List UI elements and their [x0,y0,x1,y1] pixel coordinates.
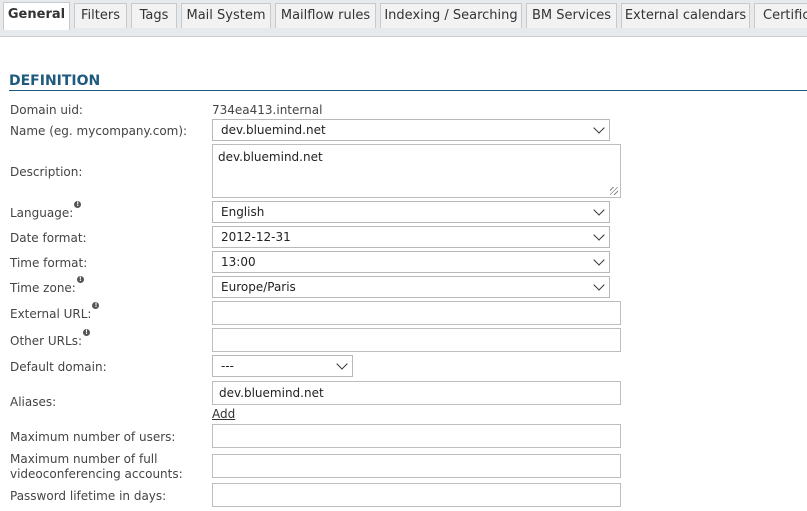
chevron-down-icon [593,204,605,216]
domain-uid-label: Domain uid: [10,103,83,117]
domain-uid-value: 734ea413.internal [212,103,323,117]
name-select-value: dev.bluemind.net [221,123,326,137]
tab-general[interactable]: General [3,2,70,30]
language-select[interactable]: English [212,201,610,223]
tab-external-calendars[interactable]: External calendars [621,3,750,28]
time-zone-label-text: Time zone: [10,281,76,295]
description-label: Description: [10,165,83,179]
tab-tags[interactable]: Tags [131,3,177,28]
date-format-select[interactable]: 2012-12-31 [212,226,610,248]
other-urls-label-text: Other URLs: [10,334,82,348]
time-zone-label: Time zone:! [10,276,84,295]
max-video-label: Maximum number of full videoconferencing… [10,452,183,481]
tab-mailflow-rules[interactable]: Mailflow rules [275,3,376,28]
name-label: Name (eg. mycompany.com): [10,124,188,138]
password-lifetime-input[interactable] [212,483,621,507]
language-select-value: English [221,205,265,219]
other-urls-label: Other URLs:! [10,329,90,348]
aliases-label: Aliases: [10,395,57,409]
name-select[interactable]: dev.bluemind.net [212,119,610,141]
tab-indexing-searching[interactable]: Indexing / Searching [380,3,522,28]
tab-filters[interactable]: Filters [74,3,127,28]
other-urls-input[interactable] [212,328,621,352]
tab-bm-services[interactable]: BM Services [526,3,617,28]
external-url-label: External URL:! [10,302,100,321]
date-format-select-value: 2012-12-31 [221,230,291,244]
info-icon[interactable]: ! [74,201,82,208]
time-format-label: Time format: [10,256,88,270]
max-users-input[interactable] [212,424,621,448]
time-zone-select[interactable]: Europe/Paris [212,276,610,298]
tab-certificates[interactable]: Certific [754,3,807,28]
chevron-down-icon [336,358,348,370]
description-value: dev.bluemind.net [218,150,323,164]
info-icon[interactable]: ! [83,329,90,336]
external-url-label-text: External URL: [10,307,92,321]
resize-handle-icon[interactable] [610,187,618,195]
info-icon[interactable]: ! [92,302,100,309]
max-video-input[interactable] [212,454,621,478]
time-zone-select-value: Europe/Paris [221,280,296,294]
language-label-text: Language: [10,206,74,220]
chevron-down-icon [593,122,605,134]
tab-mail-system[interactable]: Mail System [181,3,271,28]
chevron-down-icon [593,254,605,266]
max-users-label: Maximum number of users: [10,430,176,444]
tab-bar: General Filters Tags Mail System Mailflo… [0,0,807,37]
description-textarea[interactable]: dev.bluemind.net [212,144,621,198]
default-domain-select-value: --- [221,359,234,373]
time-format-select-value: 13:00 [221,255,256,269]
external-url-input[interactable] [212,301,621,325]
info-icon[interactable]: ! [76,276,84,283]
password-lifetime-label: Password lifetime in days: [10,489,167,503]
chevron-down-icon [593,229,605,241]
chevron-down-icon [593,279,605,291]
date-format-label: Date format: [10,231,87,245]
section-divider [9,90,807,91]
add-alias-link[interactable]: Add [212,407,235,421]
aliases-input[interactable]: dev.bluemind.net [212,381,621,405]
language-label: Language:! [10,201,82,220]
section-title: DEFINITION [9,73,101,89]
default-domain-label: Default domain: [10,360,107,374]
default-domain-select[interactable]: --- [212,355,353,377]
time-format-select[interactable]: 13:00 [212,251,610,273]
